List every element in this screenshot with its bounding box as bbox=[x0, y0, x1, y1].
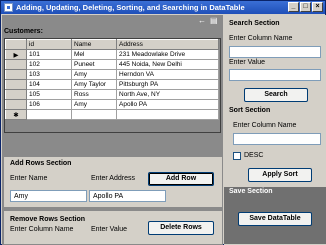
row-header[interactable] bbox=[5, 89, 27, 100]
apply-sort-button[interactable]: Apply Sort bbox=[248, 168, 312, 182]
customers-grid[interactable]: id Name Address ▶ 101 Mel 231 Meadowlake… bbox=[4, 38, 221, 133]
new-row[interactable]: ✱ bbox=[5, 109, 219, 120]
cell-id[interactable]: 101 bbox=[26, 49, 72, 60]
search-button[interactable]: Search bbox=[244, 88, 308, 102]
customers-table: id Name Address ▶ 101 Mel 231 Meadowlake… bbox=[5, 39, 219, 120]
cell-id[interactable]: 105 bbox=[26, 89, 72, 100]
column-header-name[interactable]: Name bbox=[71, 39, 117, 50]
enter-address-label: Enter Address bbox=[91, 175, 135, 182]
enter-name-label: Enter Name bbox=[10, 175, 48, 182]
table-row[interactable]: ▶ 101 Mel 231 Meadowlake Drive bbox=[5, 49, 219, 60]
cell-address[interactable]: 231 Meadowlake Drive bbox=[116, 49, 219, 60]
cell-address[interactable]: Herndon VA bbox=[116, 69, 219, 80]
desc-label[interactable]: DESC bbox=[244, 152, 263, 159]
remove-rows-section: Remove Rows Section Enter Column Name En… bbox=[4, 211, 222, 244]
cell-address[interactable]: Pittsburgh PA bbox=[116, 79, 219, 90]
row-header-corner bbox=[5, 39, 27, 50]
window-title: Adding, Updating, Deleting, Sorting, and… bbox=[16, 3, 245, 12]
app-icon bbox=[4, 3, 13, 12]
cell-name[interactable]: Amy Taylor bbox=[71, 79, 117, 90]
search-column-input[interactable] bbox=[229, 46, 321, 58]
grid-toolbar: ← ▤ bbox=[2, 15, 223, 27]
back-arrow-icon[interactable]: ← bbox=[198, 16, 206, 26]
cell-name[interactable] bbox=[71, 109, 117, 120]
cell-address[interactable]: 445 Noida, New Delhi bbox=[116, 59, 219, 70]
add-rows-section: Add Rows Section Enter Name Enter Addres… bbox=[4, 157, 222, 207]
add-row-button[interactable]: Add Row bbox=[148, 172, 214, 186]
cell-id[interactable]: 103 bbox=[26, 69, 72, 80]
current-row-marker-icon[interactable]: ▶ bbox=[5, 49, 27, 60]
left-panel: ← ▤ Customers: id Name Address ▶ 101 Mel… bbox=[2, 15, 223, 245]
cell-name[interactable]: Amy bbox=[71, 99, 117, 110]
minimize-button[interactable]: _ bbox=[288, 2, 299, 12]
delete-rows-button[interactable]: Delete Rows bbox=[148, 221, 214, 235]
desc-checkbox[interactable] bbox=[233, 152, 241, 160]
grid-view-icon[interactable]: ▤ bbox=[210, 16, 218, 26]
title-bar: Adding, Updating, Deleting, Sorting, and… bbox=[1, 1, 325, 14]
search-value-input[interactable] bbox=[229, 69, 321, 81]
cell-name[interactable]: Amy bbox=[71, 69, 117, 80]
remove-rows-title: Remove Rows Section bbox=[10, 216, 86, 223]
row-header[interactable] bbox=[5, 99, 27, 110]
customers-caption: Customers: bbox=[4, 28, 43, 35]
search-value-label: Enter Value bbox=[229, 59, 266, 66]
save-section: Save Section Save DataTable bbox=[224, 187, 326, 244]
table-row[interactable]: 104 Amy Taylor Pittsburgh PA bbox=[5, 79, 219, 90]
table-row[interactable]: 105 Ross North Ave, NY bbox=[5, 89, 219, 100]
row-header[interactable] bbox=[5, 79, 27, 90]
search-section: Search Section Enter Column Name Enter V… bbox=[224, 15, 326, 102]
row-header[interactable] bbox=[5, 69, 27, 80]
add-rows-title: Add Rows Section bbox=[10, 160, 72, 167]
cell-id[interactable]: 104 bbox=[26, 79, 72, 90]
column-header-address[interactable]: Address bbox=[116, 39, 219, 50]
maximize-button[interactable]: □ bbox=[300, 2, 311, 12]
table-row[interactable]: 106 Amy Apollo PA bbox=[5, 99, 219, 110]
main-window: Adding, Updating, Deleting, Sorting, and… bbox=[0, 0, 326, 245]
close-button[interactable]: × bbox=[312, 2, 323, 12]
sort-column-label: Enter Column Name bbox=[233, 122, 297, 129]
cell-id[interactable]: 106 bbox=[26, 99, 72, 110]
cell-name[interactable]: Mel bbox=[71, 49, 117, 60]
search-title: Search Section bbox=[229, 20, 280, 27]
cell-name[interactable]: Ross bbox=[71, 89, 117, 100]
column-header-id[interactable]: id bbox=[26, 39, 72, 50]
right-panel: Search Section Enter Column Name Enter V… bbox=[224, 15, 326, 245]
sort-section: Sort Section Enter Column Name DESC Appl… bbox=[224, 104, 326, 191]
remove-column-label: Enter Column Name bbox=[10, 226, 74, 233]
address-input[interactable]: Apollo PA bbox=[89, 190, 166, 202]
cell-id[interactable]: 102 bbox=[26, 59, 72, 70]
remove-value-label: Enter Value bbox=[91, 226, 128, 233]
search-column-label: Enter Column Name bbox=[229, 35, 293, 42]
name-input[interactable]: Amy bbox=[10, 190, 87, 202]
save-datatable-button[interactable]: Save DataTable bbox=[238, 212, 312, 226]
cell-id[interactable] bbox=[26, 109, 72, 120]
table-row[interactable]: 102 Puneet 445 Noida, New Delhi bbox=[5, 59, 219, 70]
cell-name[interactable]: Puneet bbox=[71, 59, 117, 70]
table-row[interactable]: 103 Amy Herndon VA bbox=[5, 69, 219, 80]
cell-address[interactable]: Apollo PA bbox=[116, 99, 219, 110]
new-row-marker-icon[interactable]: ✱ bbox=[5, 109, 27, 120]
row-header[interactable] bbox=[5, 59, 27, 70]
save-title: Save Section bbox=[229, 188, 273, 195]
sort-column-input[interactable] bbox=[233, 133, 321, 145]
cell-address[interactable]: North Ave, NY bbox=[116, 89, 219, 100]
sort-title: Sort Section bbox=[229, 107, 271, 114]
cell-address[interactable] bbox=[116, 109, 219, 120]
